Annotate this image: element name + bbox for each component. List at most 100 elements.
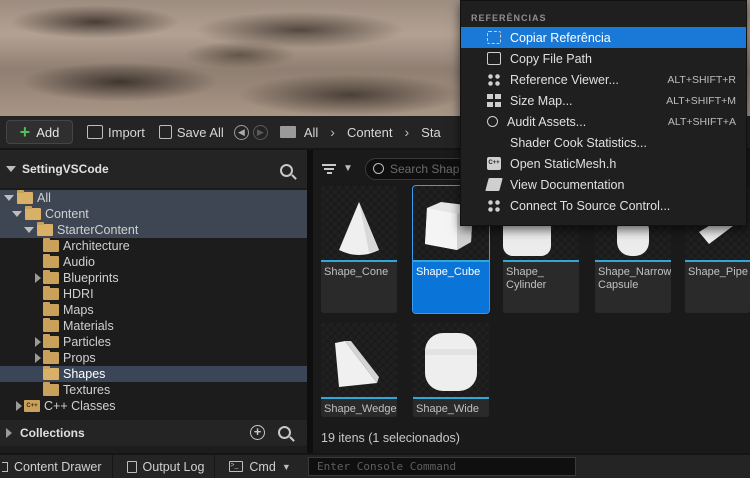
menu-item-open-staticmesh-h[interactable]: C++ Open StaticMesh.h — [461, 153, 746, 174]
menu-item-connect-source-control[interactable]: Connect To Source Control... — [461, 195, 746, 216]
tree-item-content[interactable]: Content — [0, 206, 307, 222]
audit-icon — [487, 116, 498, 127]
tree-item-maps[interactable]: Maps — [0, 302, 307, 318]
menu-item-label: Size Map... — [510, 93, 573, 108]
expand-arrow-icon[interactable] — [6, 428, 12, 438]
import-button[interactable]: Import — [87, 125, 145, 140]
tree-item-props[interactable]: Props — [0, 350, 307, 366]
tree-item-label: Particles — [63, 335, 111, 349]
sources-header[interactable]: SettingVSCode — [0, 150, 307, 188]
expand-arrow-icon[interactable] — [33, 337, 43, 347]
asset-tile-wide-capsule[interactable]: Shape_Wide — [413, 323, 489, 417]
save-icon — [158, 125, 172, 139]
import-label: Import — [108, 124, 145, 140]
tree-item-textures[interactable]: Textures — [0, 382, 307, 398]
breadcrumb-item[interactable]: All — [304, 125, 318, 140]
expand-arrow-icon[interactable] — [14, 401, 24, 411]
expand-arrow-icon[interactable] — [33, 353, 43, 363]
search-icon[interactable] — [280, 164, 293, 177]
tree-item-shapes[interactable]: Shapes — [0, 366, 307, 382]
breadcrumb-item[interactable]: Sta — [421, 125, 441, 140]
tree-item-architecture[interactable]: Architecture — [0, 238, 307, 254]
documentation-icon — [485, 178, 503, 191]
folder-icon — [43, 254, 59, 268]
folder-open-icon — [17, 190, 33, 204]
import-icon — [87, 125, 103, 139]
asset-thumbnail — [321, 186, 397, 262]
search-icon — [373, 163, 384, 174]
folder-icon — [43, 334, 59, 348]
content-drawer-label: Content Drawer — [14, 459, 102, 474]
add-label: Add — [36, 124, 60, 140]
asset-label: Shape_ Cylinder — [506, 266, 547, 291]
chevron-down-icon: ▼ — [281, 461, 291, 472]
tree-item-cpp-classes[interactable]: C++ C++ Classes — [0, 398, 307, 414]
chevron-down-icon[interactable]: ▼ — [343, 163, 353, 174]
collections-header[interactable]: Collections + — [0, 420, 307, 446]
asset-tile-wedge[interactable]: Shape_Wedge — [321, 323, 397, 417]
console-input[interactable]: Enter Console Command — [308, 457, 576, 476]
tree-item-label: Props — [63, 351, 96, 365]
breadcrumb: All › Content › Sta — [304, 124, 441, 140]
tree-item-label: Materials — [63, 319, 114, 333]
tree-item-label: Textures — [63, 383, 111, 397]
save-all-button[interactable]: Save All — [158, 125, 224, 140]
expand-arrow-icon[interactable] — [4, 195, 14, 201]
expand-arrow-icon[interactable] — [24, 227, 34, 233]
breadcrumb-item[interactable]: Content — [347, 125, 393, 140]
tree-item-materials[interactable]: Materials — [0, 318, 307, 334]
back-icon[interactable]: ◀ — [233, 124, 249, 140]
add-button[interactable]: + Add — [6, 120, 73, 144]
asset-tile-cone[interactable]: Shape_Cone — [321, 186, 397, 313]
reference-viewer-icon — [487, 73, 501, 86]
tree-item-all[interactable]: All — [0, 190, 307, 206]
menu-item-copy-reference[interactable]: Copiar Referência — [461, 27, 746, 48]
menu-item-label: Connect To Source Control... — [510, 198, 671, 213]
chevron-right-icon[interactable]: › — [330, 124, 335, 140]
menu-item-label: Copy File Path — [510, 51, 592, 66]
tree-item-label: Maps — [63, 303, 94, 317]
tree-item-particles[interactable]: Particles — [0, 334, 307, 350]
cmd-dropdown[interactable]: >_ Cmd ▼ — [215, 455, 300, 478]
folder-icon — [43, 270, 59, 284]
output-log-button[interactable]: Output Log — [113, 455, 216, 478]
menu-item-copy-file-path[interactable]: Copy File Path — [461, 48, 746, 69]
menu-item-view-documentation[interactable]: View Documentation — [461, 174, 746, 195]
asset-label: Shape_Cone — [324, 266, 389, 278]
asset-search-input[interactable]: Search Shap — [365, 158, 475, 180]
shortcut-label: ALT+SHIFT+R — [667, 73, 736, 86]
tree-item-startercontent[interactable]: StarterContent — [0, 222, 307, 238]
folder-icon — [43, 382, 59, 396]
tree-item-label: All — [37, 191, 51, 205]
menu-item-label: Copiar Referência — [510, 30, 611, 45]
tree-item-blueprints[interactable]: Blueprints — [0, 270, 307, 286]
tree-item-label: Architecture — [63, 239, 130, 253]
source-control-icon — [487, 199, 501, 212]
tree-item-label: Blueprints — [63, 271, 119, 285]
folder-open-icon — [25, 206, 41, 220]
menu-item-reference-viewer[interactable]: Reference Viewer... ALT+SHIFT+R — [461, 69, 746, 90]
filter-icon[interactable] — [321, 162, 337, 174]
folder-icon[interactable] — [279, 126, 296, 138]
forward-icon[interactable]: ▶ — [252, 124, 268, 140]
tree-item-audio[interactable]: Audio — [0, 254, 307, 270]
menu-item-shader-cook-statistics[interactable]: Shader Cook Statistics... — [461, 132, 746, 153]
content-drawer-button[interactable]: Content Drawer — [0, 455, 113, 478]
copy-path-icon — [487, 52, 501, 65]
asset-label: Shape_Cube — [416, 266, 481, 278]
asset-label: Shape_Wedge — [324, 403, 397, 415]
menu-item-audit-assets[interactable]: Audit Assets... ALT+SHIFT+A — [461, 111, 746, 132]
search-icon[interactable] — [278, 426, 291, 439]
asset-thumbnail — [413, 323, 489, 399]
expand-arrow-icon[interactable] — [33, 273, 43, 283]
asset-label: Shape_Wide — [416, 403, 479, 415]
chevron-right-icon[interactable]: › — [405, 124, 410, 140]
menu-item-label: View Documentation — [510, 177, 625, 192]
menu-item-size-map[interactable]: Size Map... ALT+SHIFT+M — [461, 90, 746, 111]
tree-item-hdri[interactable]: HDRI — [0, 286, 307, 302]
asset-label: Shape_Narrow Capsule — [598, 266, 671, 291]
code-icon: C++ — [487, 157, 501, 170]
add-collection-icon[interactable]: + — [250, 425, 265, 440]
cpp-folder-icon: C++ — [24, 400, 40, 412]
expand-arrow-icon[interactable] — [12, 211, 22, 217]
